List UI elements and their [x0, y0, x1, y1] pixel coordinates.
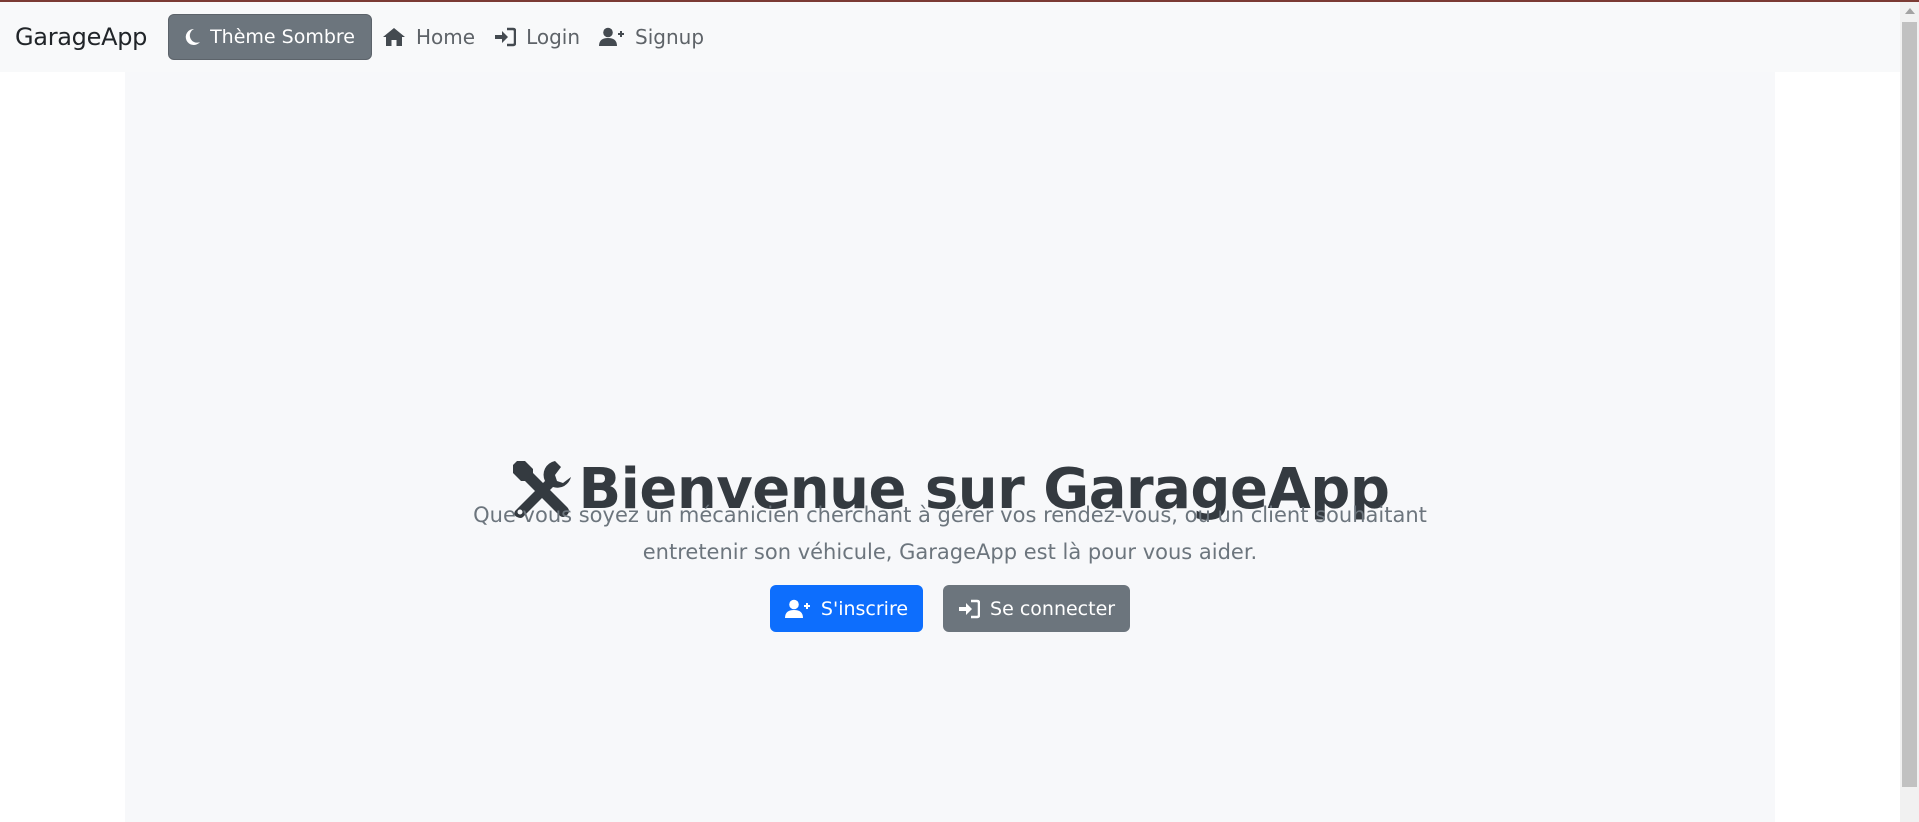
login-button-label: Se connecter	[990, 597, 1116, 620]
scrollbar-thumb[interactable]	[1902, 22, 1917, 787]
login-button[interactable]: Se connecter	[943, 585, 1131, 632]
signup-button-label: S'inscrire	[820, 597, 909, 620]
navbar: GarageApp Thème Sombre Home Login Signup	[0, 2, 1900, 72]
theme-toggle-label: Thème Sombre	[210, 26, 355, 48]
vertical-scrollbar[interactable]	[1900, 2, 1919, 822]
hero-subtitle-line-1: Que vous soyez un mécanicien cherchant à…	[473, 503, 1427, 527]
user-plus-icon	[784, 599, 811, 619]
hero-actions: S'inscrire Se connecter	[125, 585, 1775, 632]
hero-subtitle: Que vous soyez un mécanicien cherchant à…	[450, 497, 1450, 571]
nav-link-signup[interactable]: Signup	[599, 25, 704, 49]
theme-toggle-button[interactable]: Thème Sombre	[168, 14, 372, 60]
brand-link[interactable]: GarageApp	[15, 23, 147, 51]
hero-subtitle-line-2: entretenir son véhicule, GarageApp est l…	[642, 540, 1258, 564]
nav-link-home-label: Home	[416, 25, 476, 49]
home-icon	[382, 27, 406, 47]
nav-link-signup-label: Signup	[635, 25, 705, 49]
signup-button[interactable]: S'inscrire	[769, 585, 924, 632]
sign-in-icon	[494, 27, 517, 47]
hero-section: Bienvenue sur GarageApp Que vous soyez u…	[125, 72, 1775, 822]
user-plus-icon	[599, 27, 625, 47]
scroll-up-arrow-icon[interactable]	[1905, 8, 1915, 14]
nav-link-login-label: Login	[526, 25, 581, 49]
nav-link-login[interactable]: Login	[494, 25, 580, 49]
sign-in-icon	[958, 599, 981, 619]
moon-icon	[185, 28, 201, 46]
nav-link-home[interactable]: Home	[382, 25, 475, 49]
